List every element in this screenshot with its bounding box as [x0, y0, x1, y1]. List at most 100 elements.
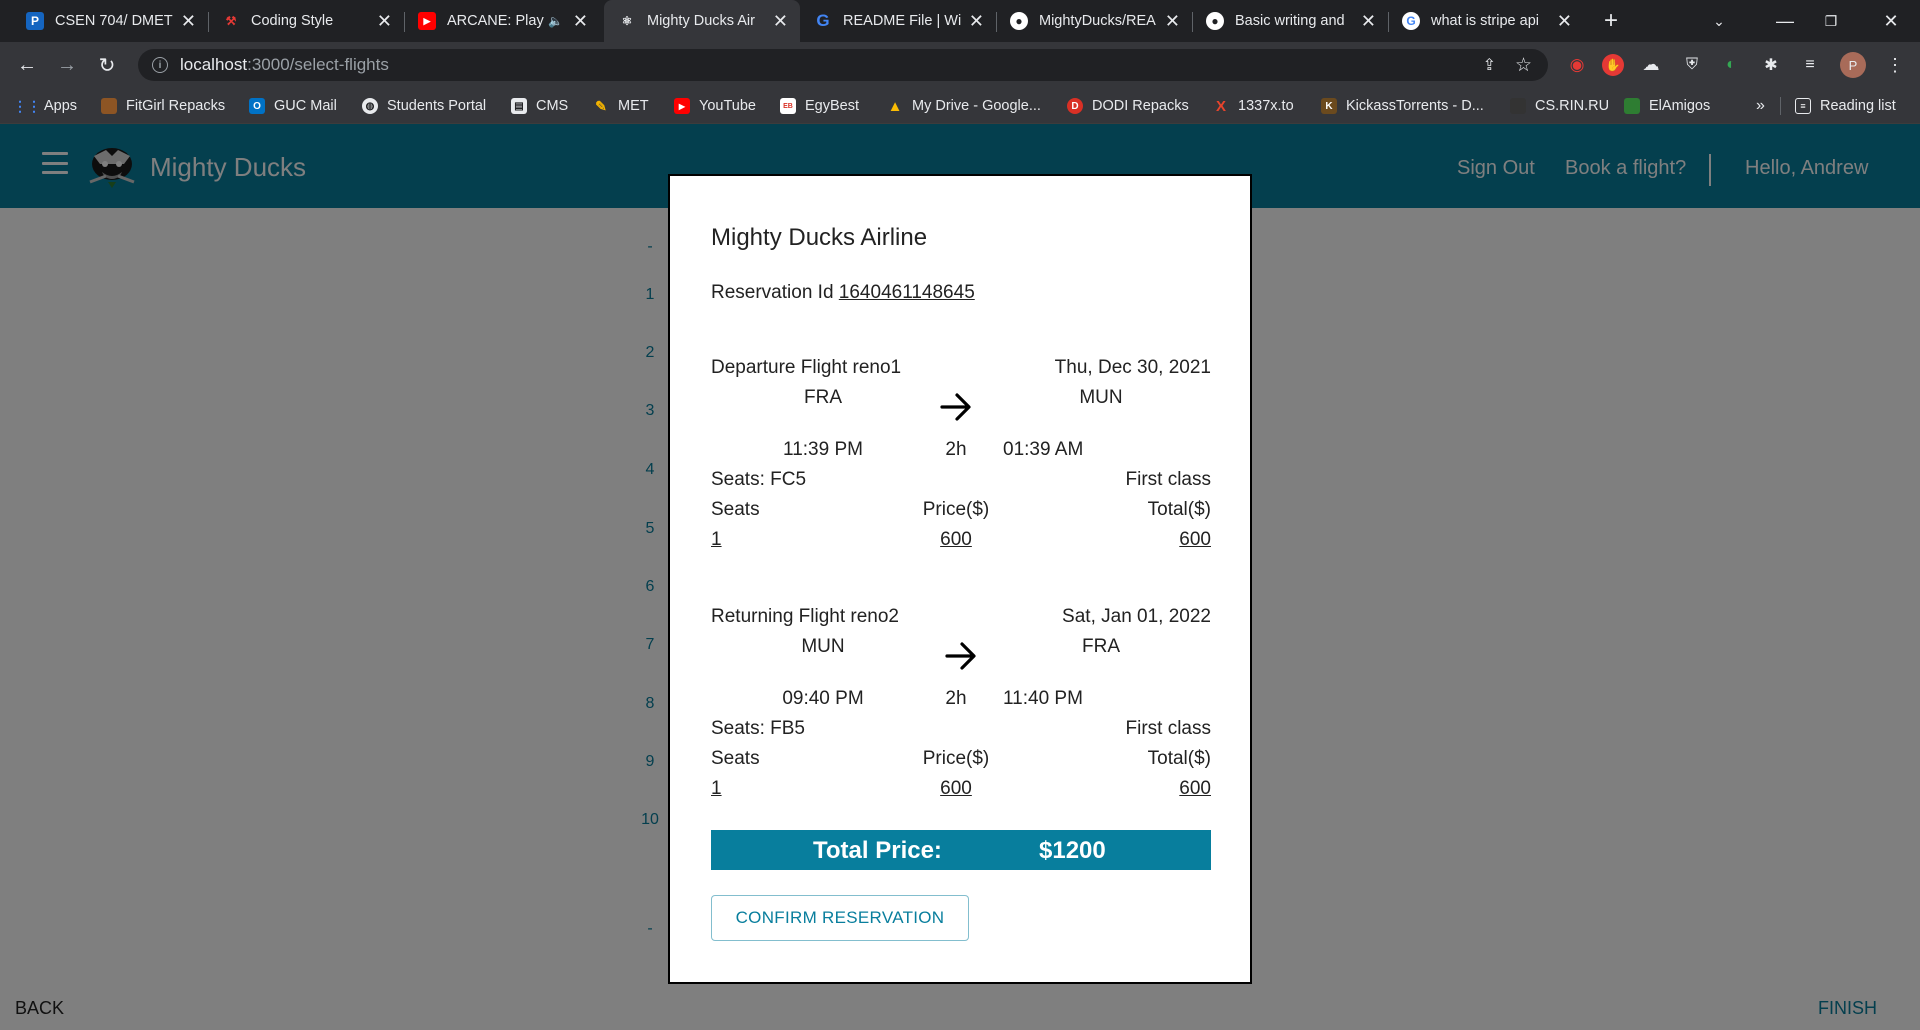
share-icon[interactable]: ⇪	[1483, 55, 1496, 75]
reload-icon[interactable]: ↻	[91, 49, 123, 81]
bookmarks-bar: ⋮⋮ Apps FitGirl Repacks O GUC Mail ◍ Studen…	[0, 88, 1920, 124]
browser-tab[interactable]: ▶ ARCANE: Play 🔈 ✕	[404, 0, 600, 42]
extensions-puzzle-icon[interactable]: ✱	[1760, 54, 1782, 76]
reading-list-button[interactable]: ≡ Reading list	[1795, 88, 1896, 124]
browser-tab[interactable]: ⚒ Coding Style ✕	[208, 0, 405, 42]
outlook-icon: O	[249, 98, 265, 114]
bookmark-label: MET	[618, 98, 649, 114]
close-tab-icon[interactable]: ✕	[181, 11, 196, 32]
browser-tab[interactable]: G what is stripe api ✕	[1388, 0, 1584, 42]
browser-menu-icon[interactable]: ⋮	[1884, 54, 1906, 76]
extension-globe-icon[interactable]: ◐	[1720, 54, 1742, 76]
forward-arrow-icon[interactable]: →	[51, 49, 83, 81]
bookmark-youtube[interactable]: ▶ YouTube	[674, 88, 756, 124]
bookmark-apps[interactable]: ⋮⋮ Apps	[13, 88, 77, 124]
seats-count: 1	[711, 778, 722, 799]
origin-airport: FRA	[804, 387, 842, 408]
youtube-icon: ▶	[674, 98, 690, 114]
seat-numbers: Seats: FB5	[711, 718, 805, 739]
bookmark-favicon-icon	[1624, 98, 1640, 114]
bookmark-star-icon[interactable]: ☆	[1515, 54, 1532, 77]
restore-button[interactable]: ❐	[1808, 0, 1854, 42]
confirm-reservation-button[interactable]: CONFIRM RESERVATION	[711, 895, 969, 941]
bookmark-guc-mail[interactable]: O GUC Mail	[249, 88, 337, 124]
browser-tab[interactable]: P CSEN 704/ DMET ✕	[12, 0, 209, 42]
returning-flight-card: Returning Flight reno2 Sat, Jan 01, 2022…	[711, 606, 1211, 836]
bookmark-met[interactable]: ✎ MET	[593, 88, 649, 124]
bookmark-google-drive[interactable]: ▲ My Drive - Google...	[887, 88, 1041, 124]
close-tab-icon[interactable]: ✕	[573, 11, 588, 32]
tab-favicon-icon: G	[816, 11, 830, 30]
extension-hand-icon[interactable]: ✋	[1602, 54, 1624, 76]
bookmark-label: CS.RIN.RU	[1535, 98, 1610, 114]
departure-flight-card: Departure Flight reno1 Thu, Dec 30, 2021…	[711, 357, 1211, 587]
google-drive-icon: ▲	[887, 97, 903, 115]
profile-avatar[interactable]: P	[1840, 52, 1866, 78]
new-tab-button[interactable]: +	[1588, 0, 1634, 42]
bookmark-kickass[interactable]: K KickassTorrents - D...	[1321, 88, 1484, 124]
browser-toolbar: ← → ↻ i localhost:3000/select-flights ⇪ …	[0, 42, 1920, 88]
site-info-icon[interactable]: i	[152, 57, 168, 73]
total-header: Total($)	[1147, 748, 1211, 769]
destination-airport: MUN	[1079, 387, 1123, 408]
bookmark-favicon-icon	[101, 98, 117, 114]
bookmark-dodi[interactable]: D DODI Repacks	[1067, 88, 1189, 124]
reading-list-label: Reading list	[1820, 98, 1896, 114]
bookmark-cms[interactable]: ▤ CMS	[511, 88, 568, 124]
flight-name: Departure Flight reno1	[711, 357, 902, 378]
bookmarks-overflow-button[interactable]: »	[1756, 88, 1765, 124]
bookmark-students-portal[interactable]: ◍ Students Portal	[362, 88, 486, 124]
extension-shield-icon[interactable]: ⛨	[1681, 54, 1703, 76]
price-header: Price($)	[922, 499, 990, 520]
close-tab-icon[interactable]: ✕	[377, 11, 392, 32]
browser-tab[interactable]: ● MightyDucks/REA ✕	[996, 0, 1193, 42]
bookmark-label: ElAmigos	[1649, 98, 1711, 114]
bookmark-egybest[interactable]: EB EgyBest	[780, 88, 859, 124]
youtube-icon: ▶	[418, 12, 436, 30]
bookmark-favicon-icon: K	[1321, 98, 1337, 114]
flight-total: 600	[1179, 778, 1211, 799]
bookmark-label: KickassTorrents - D...	[1346, 98, 1484, 114]
window-close-button[interactable]: ✕	[1868, 0, 1914, 42]
total-header: Total($)	[1147, 499, 1211, 520]
reservation-id-row: Reservation Id 1640461148645	[711, 282, 975, 304]
url-path: :3000/select-flights	[247, 55, 389, 74]
arrow-right-icon	[940, 393, 971, 421]
reading-list-icon: ≡	[1795, 98, 1811, 114]
close-tab-icon[interactable]: ✕	[969, 11, 984, 32]
close-tab-icon[interactable]: ✕	[1361, 11, 1376, 32]
browser-tab[interactable]: G README File | Wi ✕	[800, 0, 997, 42]
close-tab-icon[interactable]: ✕	[773, 11, 788, 32]
media-control-icon[interactable]: ≡	[1799, 54, 1821, 76]
bookmark-fitgirl[interactable]: FitGirl Repacks	[101, 88, 225, 124]
seat-price: 600	[940, 778, 972, 799]
document-icon: ▤	[511, 98, 527, 114]
close-tab-icon[interactable]: ✕	[1165, 11, 1180, 32]
bookmark-label: FitGirl Repacks	[126, 98, 226, 114]
cabin-class: First class	[1125, 469, 1212, 490]
extension-adblock-icon[interactable]: ◉	[1566, 54, 1588, 76]
github-icon: ●	[1206, 12, 1224, 30]
tab-favicon-icon: P	[26, 12, 44, 30]
browser-tab-active[interactable]: ⚛ Mighty Ducks Air ✕	[604, 0, 800, 42]
tab-title: ARCANE: Play	[447, 13, 544, 29]
bookmark-1337x[interactable]: X 1337x.to	[1213, 88, 1294, 124]
close-tab-icon[interactable]: ✕	[1557, 11, 1572, 32]
seats-header: Seats	[711, 499, 760, 520]
minimize-button[interactable]: —	[1762, 0, 1808, 42]
flight-date: Sat, Jan 01, 2022	[1062, 606, 1211, 627]
arrival-time: 01:39 AM	[1003, 439, 1084, 460]
price-header: Price($)	[922, 748, 990, 769]
audio-playing-icon[interactable]: 🔈	[548, 14, 563, 28]
tab-search-icon[interactable]: ⌄	[1696, 0, 1742, 42]
bookmark-label: GUC Mail	[274, 98, 337, 114]
bookmark-label: My Drive - Google...	[912, 98, 1041, 114]
tab-title: MightyDucks/REA	[1039, 13, 1156, 29]
address-bar[interactable]: i localhost:3000/select-flights ⇪ ☆	[138, 49, 1548, 81]
browser-tab[interactable]: ● Basic writing and ✕	[1192, 0, 1389, 42]
bookmark-elamigos[interactable]: ElAmigos	[1624, 88, 1710, 124]
back-arrow-icon[interactable]: ←	[11, 49, 43, 81]
extension-cloud-icon[interactable]: ☁	[1640, 54, 1662, 76]
bookmark-csrinru[interactable]: CS.RIN.RU	[1510, 88, 1609, 124]
tab-title: CSEN 704/ DMET	[55, 13, 173, 29]
